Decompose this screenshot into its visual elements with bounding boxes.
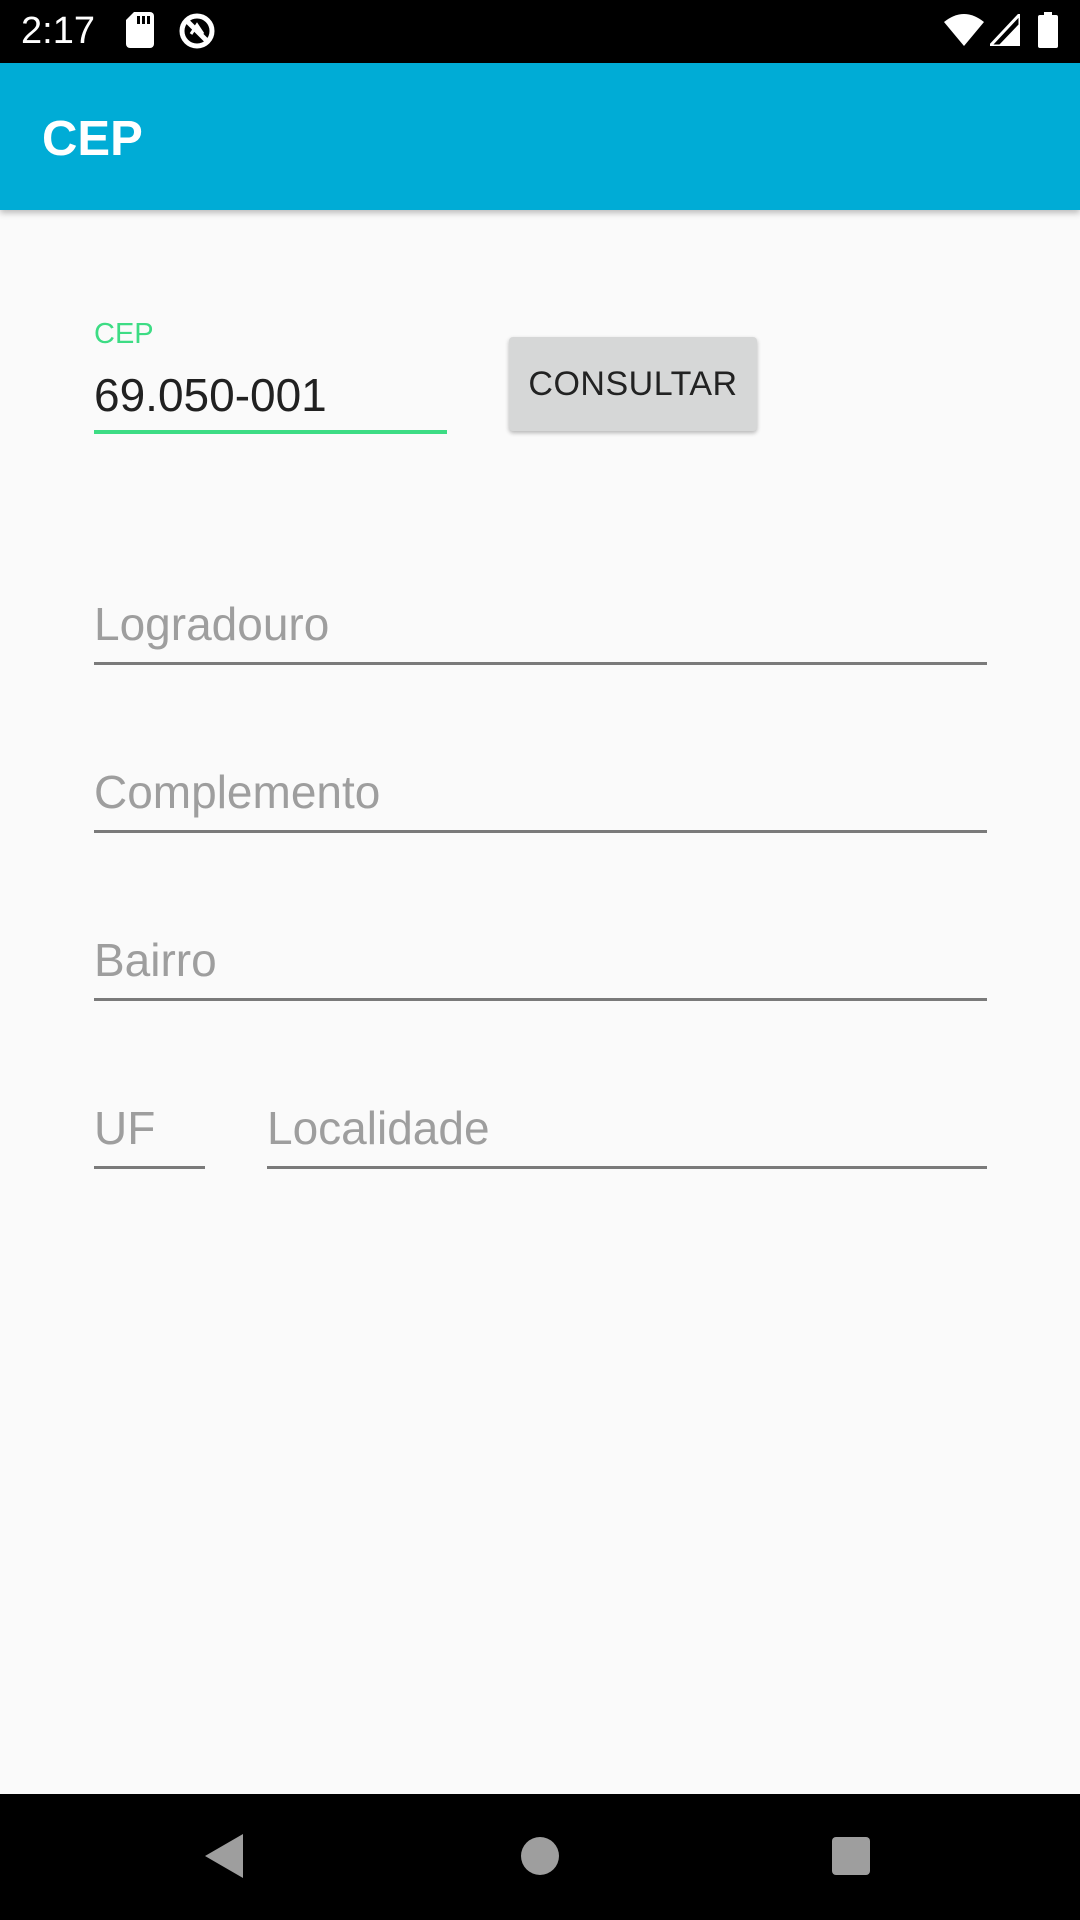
localidade-input[interactable]: Localidade [267,1100,490,1156]
logradouro-input[interactable]: Logradouro [94,596,329,652]
logradouro-underline [94,662,987,665]
localidade-underline [267,1166,987,1169]
wifi-icon [944,14,984,51]
complemento-input[interactable]: Complemento [94,764,380,820]
cep-field-label: CEP [94,318,154,350]
screen: 2:17 CEP CEP 69.050-001 CONSULTAR Lograd… [0,0,1080,1920]
no-sync-icon [178,12,216,55]
uf-input[interactable]: UF [94,1100,155,1156]
bairro-input[interactable]: Bairro [94,932,217,988]
recents-icon[interactable] [832,1837,870,1875]
app-bar: CEP [0,63,1080,210]
battery-icon [1038,12,1058,53]
signal-icon [986,10,1022,51]
uf-underline [94,1166,205,1169]
consultar-button[interactable]: CONSULTAR [509,337,757,431]
status-time: 2:17 [21,10,95,52]
back-icon[interactable] [205,1834,243,1878]
cep-input-underline [94,430,447,434]
status-bar: 2:17 [0,0,1080,63]
bairro-underline [94,998,987,1001]
navigation-bar [0,1794,1080,1920]
cep-input[interactable]: 69.050-001 [94,367,327,423]
sd-card-icon [126,12,154,53]
home-icon[interactable] [521,1837,559,1875]
complemento-underline [94,830,987,833]
app-title: CEP [42,112,143,166]
